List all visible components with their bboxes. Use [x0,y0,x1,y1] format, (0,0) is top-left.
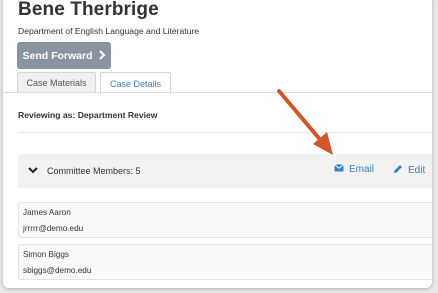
member-email: jrrrrr@demo.edu [23,224,84,233]
pencil-icon [393,164,403,177]
member-name: Simon Biggs [23,250,69,259]
case-card: Bene Therbrige Department of English Lan… [3,0,432,288]
department-label: Department of English Language and Liter… [18,26,200,36]
member-name: James Aaron [23,208,71,217]
edit-committee-button[interactable]: Edit [393,164,425,177]
section-divider [18,132,432,133]
reviewing-as-label: Reviewing as: Department Review [18,110,158,120]
tab-case-materials-label: Case Materials [26,78,87,88]
candidate-name: Bene Therbrige [18,0,159,20]
member-email: sbiggs@demo.edu [23,266,92,275]
send-forward-label: Send Forward [22,49,93,62]
committee-member-item: Simon Biggs sbiggs@demo.edu [18,244,432,280]
email-label: Email [349,164,375,175]
committee-member-item: James Aaron jrrrrr@demo.edu [18,202,432,238]
chevron-right-icon [98,49,106,62]
tabs-divider [3,92,432,93]
email-committee-button[interactable]: Email [334,164,374,175]
edit-label: Edit [408,165,426,176]
tab-case-details[interactable]: Case Details [100,72,171,94]
committee-members-label: Committee Members: 5 [47,166,141,176]
committee-members-header[interactable]: Committee Members: 5 Email Edit [18,154,432,188]
envelope-icon [334,164,344,175]
tab-case-details-label: Case Details [109,78,162,89]
chevron-down-icon[interactable] [28,163,38,177]
send-forward-button[interactable]: Send Forward [17,42,111,69]
tab-case-materials[interactable]: Case Materials [17,72,96,93]
